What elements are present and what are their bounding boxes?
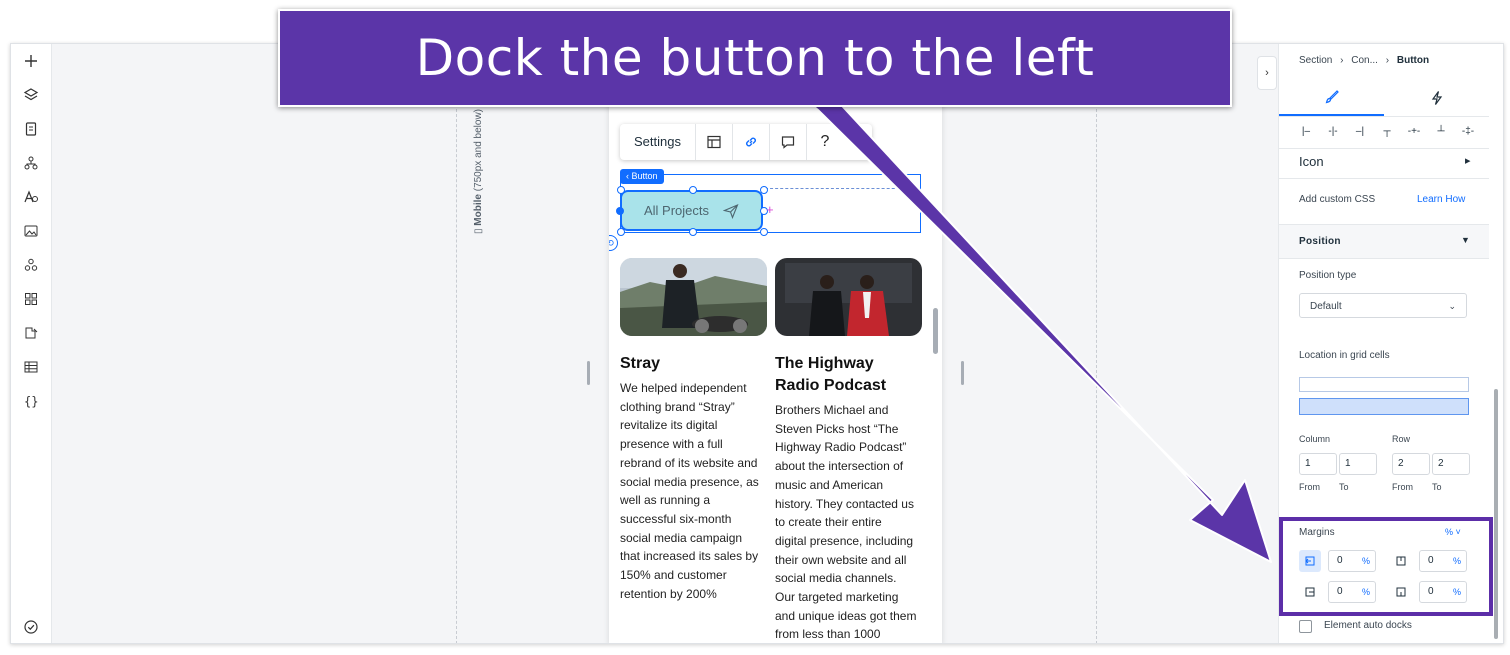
theme-text-icon[interactable]: [21, 187, 41, 207]
row-label: Row: [1392, 434, 1411, 444]
resize-handle-right[interactable]: [961, 361, 964, 385]
cms-table-icon[interactable]: [21, 357, 41, 377]
sections-icon[interactable]: [21, 289, 41, 309]
add-margin-plus-icon[interactable]: +: [766, 202, 774, 217]
align-top-icon[interactable]: ┬: [1378, 126, 1396, 137]
project-image: [620, 258, 767, 336]
selection-tag[interactable]: ‹ Button: [620, 169, 664, 184]
position-type-dropdown[interactable]: Default ⌄: [1299, 293, 1467, 318]
tab-interactions[interactable]: [1384, 80, 1489, 116]
inspector-scrollbar[interactable]: [1494, 389, 1498, 639]
breakpoint-guide-left: [456, 104, 457, 643]
column-label: Column: [1299, 434, 1331, 444]
paintbrush-icon: [1325, 90, 1339, 104]
dock-guide-line: [765, 188, 915, 189]
link-icon[interactable]: [733, 124, 770, 160]
project-image: [775, 258, 922, 336]
add-icon[interactable]: [21, 51, 41, 71]
resize-knob[interactable]: [760, 186, 768, 194]
dock-handle-left[interactable]: [616, 207, 624, 215]
chevron-down-icon: ⌄: [1448, 301, 1456, 311]
instruction-banner: Dock the button to the left: [278, 9, 1232, 107]
resize-knob[interactable]: [617, 186, 625, 194]
project-card: The Highway Radio Podcast Brothers Michae…: [775, 258, 922, 643]
breadcrumb: Section › Con... › Button: [1299, 55, 1430, 66]
mobile-preview: Settings ? ‹ Button All Projects + ⟲: [609, 86, 942, 643]
editor-canvas: ▯ Mobile (750px and below) Settings ? ‹ …: [52, 44, 1278, 643]
row-from-input[interactable]: 2: [1392, 453, 1430, 475]
row-to-input[interactable]: 2: [1432, 453, 1470, 475]
site-structure-icon[interactable]: [21, 153, 41, 173]
column-to-input[interactable]: 1: [1339, 453, 1377, 475]
margins-highlight-box: [1279, 517, 1493, 616]
settings-button[interactable]: Settings: [620, 124, 696, 160]
auto-docks-label: Element auto docks: [1324, 620, 1412, 631]
apps-icon[interactable]: [21, 255, 41, 275]
grid-cell-row-1[interactable]: [1299, 377, 1469, 392]
inspector-tabs: [1279, 80, 1489, 117]
grid-cell-row-2-selected[interactable]: [1299, 398, 1469, 415]
pages-icon[interactable]: [21, 119, 41, 139]
lightning-icon: [1431, 91, 1442, 105]
element-toolbar: Settings ?: [620, 124, 872, 160]
breakpoint-guide-right: [1096, 104, 1097, 643]
position-section-header[interactable]: Position ▼: [1279, 224, 1489, 259]
project-description: Brothers Michael and Steven Picks host “T…: [775, 403, 917, 642]
learn-how-link[interactable]: Learn How: [1417, 194, 1465, 205]
layers-icon[interactable]: [21, 85, 41, 105]
help-icon[interactable]: ?: [807, 124, 843, 160]
resize-knob[interactable]: [689, 228, 697, 236]
from-caption: From: [1299, 482, 1320, 492]
align-middle-icon[interactable]: ‑+‑: [1405, 126, 1423, 137]
breadcrumb-current: Button: [1396, 55, 1430, 66]
breakpoint-label: ▯ Mobile (750px and below): [473, 108, 484, 234]
all-projects-button[interactable]: All Projects: [620, 190, 763, 231]
breadcrumb-section[interactable]: Section: [1299, 55, 1332, 66]
layout-icon[interactable]: [696, 124, 733, 160]
code-braces-icon[interactable]: {}: [21, 391, 41, 411]
grid-cells-label: Location in grid cells: [1299, 350, 1390, 361]
align-bottom-icon[interactable]: ┴: [1432, 126, 1450, 137]
align-right-icon[interactable]: ‒|: [1351, 126, 1369, 137]
custom-css-label: Add custom CSS: [1299, 194, 1376, 205]
from-caption: From: [1392, 482, 1413, 492]
to-caption: To: [1339, 482, 1349, 492]
chevron-right-icon[interactable]: ▸: [1465, 154, 1471, 167]
rotate-icon[interactable]: ⟲: [609, 235, 618, 251]
resize-knob[interactable]: [689, 186, 697, 194]
button-label: All Projects: [643, 203, 710, 218]
auto-docks-checkbox[interactable]: [1299, 620, 1312, 633]
send-icon: [723, 203, 739, 219]
preview-scrollbar[interactable]: [933, 308, 938, 354]
align-center-horizontal-icon[interactable]: ‑|‑: [1324, 126, 1342, 137]
left-toolbar: {}: [11, 44, 52, 643]
position-type-label: Position type: [1299, 270, 1357, 281]
to-caption: To: [1432, 482, 1442, 492]
project-description: We helped independent clothing brand “Str…: [620, 381, 759, 601]
icon-row-label[interactable]: Icon: [1299, 154, 1324, 169]
resize-handle-left[interactable]: [587, 361, 590, 385]
align-left-icon[interactable]: |‒: [1297, 126, 1315, 137]
distribute-icon[interactable]: ‑‡‑: [1459, 126, 1477, 137]
project-card: Stray We helped independent clothing bran…: [620, 258, 767, 603]
resize-knob[interactable]: [617, 228, 625, 236]
tab-design[interactable]: [1279, 80, 1384, 116]
comment-icon[interactable]: [770, 124, 807, 160]
alignment-toolbar: |‒ ‑|‑ ‒| ┬ ‑+‑ ┴ ‑‡‑: [1297, 126, 1477, 137]
check-circle-icon[interactable]: [21, 617, 41, 637]
project-title: Stray: [620, 355, 661, 372]
collapse-panel-button[interactable]: ›: [1257, 56, 1277, 90]
resize-knob[interactable]: [760, 228, 768, 236]
business-tools-icon[interactable]: [21, 323, 41, 343]
chevron-down-icon: ▼: [1461, 235, 1470, 245]
media-icon[interactable]: [21, 221, 41, 241]
project-title: The Highway Radio Podcast: [775, 355, 887, 394]
svg-text:{}: {}: [24, 395, 38, 409]
column-from-input[interactable]: 1: [1299, 453, 1337, 475]
breadcrumb-container[interactable]: Con...: [1351, 55, 1378, 66]
